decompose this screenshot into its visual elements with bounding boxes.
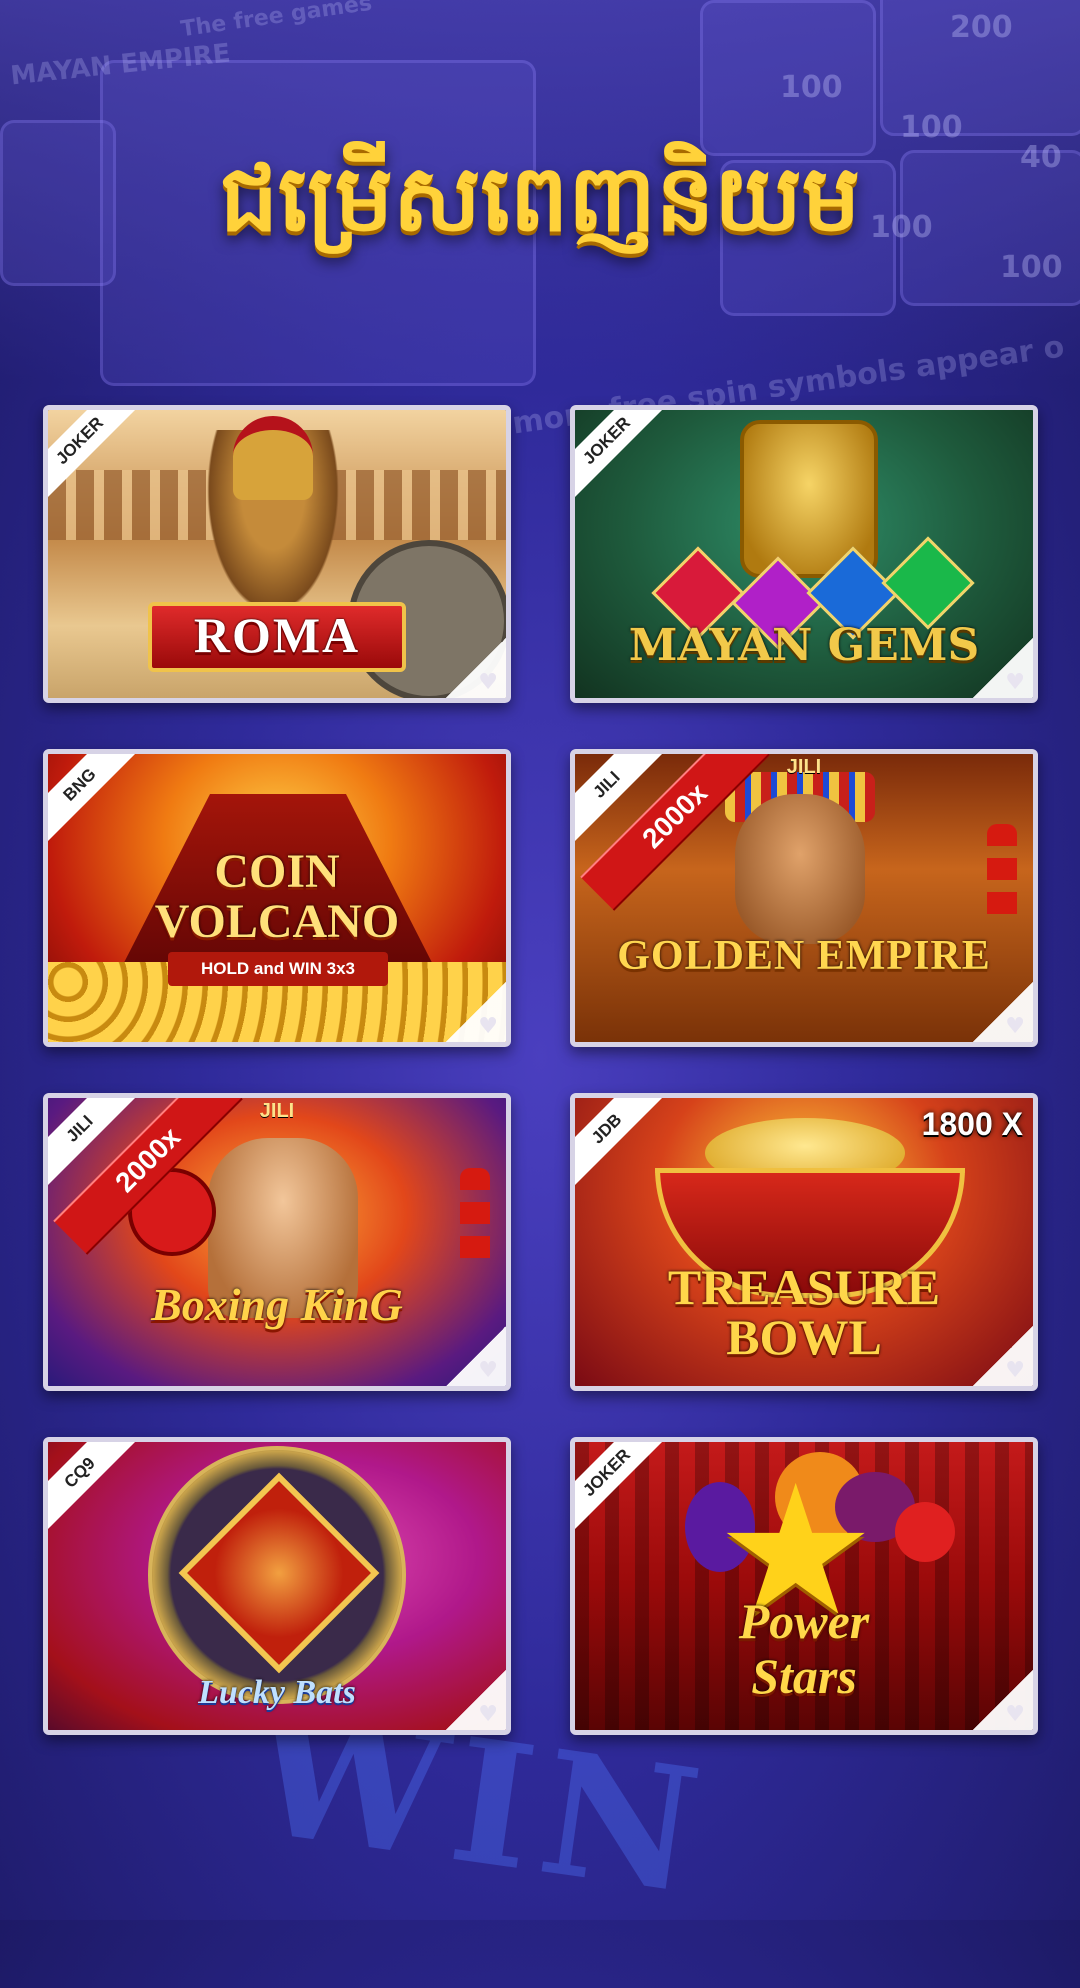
heart-icon: ♥ [1005, 1702, 1025, 1727]
favorite-button[interactable]: ♥ [446, 982, 506, 1042]
multiplier-label: 1800 X [921, 1106, 1023, 1142]
favorite-button[interactable]: ♥ [973, 982, 1033, 1042]
game-artwork: JILI Boxing KinG [48, 1098, 506, 1386]
game-card-roma[interactable]: ROMA JOKER ♥ [43, 405, 511, 703]
game-subtitle: HOLD and WIN 3x3 [168, 952, 388, 986]
game-artwork: MAYAN GEMS [575, 410, 1033, 698]
favorite-button[interactable]: ♥ [446, 1670, 506, 1730]
game-card-lucky-bats[interactable]: Lucky Bats CQ9 ♥ [43, 1437, 511, 1735]
favorite-button[interactable]: ♥ [446, 638, 506, 698]
chili-pepper-icons [987, 824, 1017, 924]
game-logo: ROMA [193, 607, 361, 663]
favorite-button[interactable]: ♥ [973, 638, 1033, 698]
heart-icon: ♥ [478, 1358, 498, 1383]
game-card-mayan-gems[interactable]: MAYAN GEMS JOKER ♥ [570, 405, 1038, 703]
background-corner-logo: MAYAN EMPIRE [9, 38, 232, 92]
game-card-coin-volcano[interactable]: COIN VOLCANO HOLD and WIN 3x3 BNG ♥ [43, 749, 511, 1047]
game-logo: GOLDEN EMPIRE [617, 933, 991, 979]
heart-icon: ♥ [478, 670, 498, 695]
games-grid: ROMA JOKER ♥ MAYAN GEMS JOKER ♥ COIN VOL… [43, 405, 1038, 1735]
favorite-button[interactable]: ♥ [973, 1670, 1033, 1730]
favorite-button[interactable]: ♥ [973, 1326, 1033, 1386]
game-artwork: Lucky Bats [48, 1442, 506, 1730]
heart-icon: ♥ [1005, 1358, 1025, 1383]
gem [881, 536, 975, 630]
heart-icon: ♥ [1005, 670, 1025, 695]
game-card-golden-empire[interactable]: JILI GOLDEN EMPIRE 2000x JILI ♥ [570, 749, 1038, 1047]
character-face [735, 794, 865, 944]
chili-pepper-icons [460, 1168, 490, 1268]
game-logo-line: BOWL [726, 1309, 882, 1365]
background-tile-value: 100 [780, 70, 843, 105]
game-card-treasure-bowl[interactable]: TREASURE BOWL 1800 X JDB ♥ [570, 1093, 1038, 1391]
game-logo-line: Stars [751, 1648, 857, 1704]
favorite-button[interactable]: ♥ [446, 1326, 506, 1386]
game-logo: Boxing KinG [151, 1279, 403, 1330]
heart-icon: ♥ [1005, 1014, 1025, 1039]
game-artwork: ROMA [48, 410, 506, 698]
game-logo: MAYAN GEMS [628, 620, 980, 671]
game-card-boxing-king[interactable]: JILI Boxing KinG 2000x JILI ♥ [43, 1093, 511, 1391]
game-logo-line: COIN [214, 845, 340, 898]
background-tile-value: 200 [950, 10, 1013, 45]
background-banner-text: The free games [179, 0, 374, 43]
helmet [233, 416, 313, 500]
game-logo-line: Power [738, 1593, 870, 1649]
game-logo: Lucky Bats [198, 1674, 356, 1711]
cherry-icon [895, 1502, 955, 1562]
background-tile [880, 0, 1080, 136]
game-artwork: ★ Power Stars [575, 1442, 1033, 1730]
background-tile [700, 0, 876, 156]
game-artwork: COIN VOLCANO HOLD and WIN 3x3 [48, 754, 506, 1042]
heart-icon: ♥ [478, 1702, 498, 1727]
game-logo-line: VOLCANO [154, 895, 400, 948]
page-title: ជម្រើសពេញនិយម [219, 144, 861, 252]
heart-icon: ♥ [478, 1014, 498, 1039]
game-card-power-stars[interactable]: ★ Power Stars JOKER ♥ [570, 1437, 1038, 1735]
game-artwork: JILI GOLDEN EMPIRE [575, 754, 1033, 1042]
